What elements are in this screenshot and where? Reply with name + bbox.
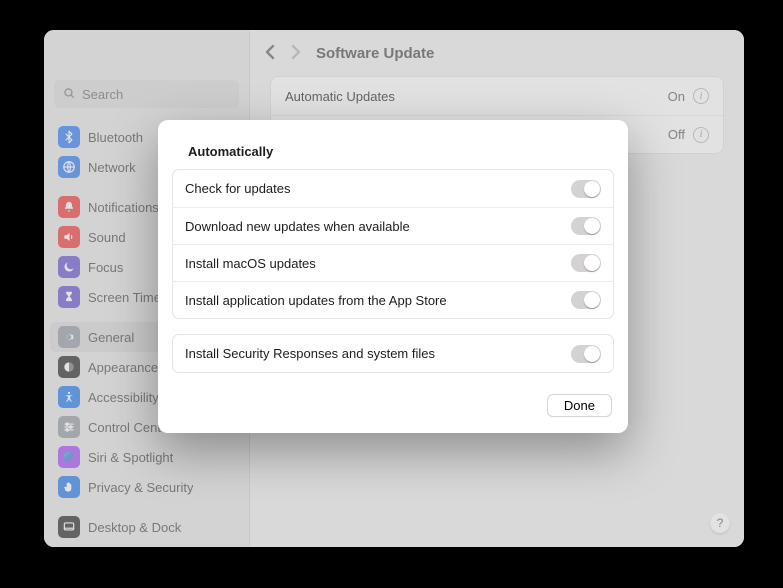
sheet-row: Install application updates from the App… <box>173 281 613 318</box>
done-button[interactable]: Done <box>547 394 612 417</box>
sheet-row: Download new updates when available <box>173 207 613 244</box>
toggle-switch[interactable] <box>571 291 601 309</box>
toggle-switch[interactable] <box>571 217 601 235</box>
toggle-switch[interactable] <box>571 345 601 363</box>
sheet-row-label: Check for updates <box>185 181 291 196</box>
toggle-switch[interactable] <box>571 180 601 198</box>
sheet-row: Install Security Responses and system fi… <box>173 335 613 372</box>
sheet-row-label: Download new updates when available <box>185 219 410 234</box>
sheet-row-label: Install application updates from the App… <box>185 293 447 308</box>
sheet-row-label: Install Security Responses and system fi… <box>185 346 435 361</box>
sheet-row: Install macOS updates <box>173 244 613 281</box>
sheet-title: Automatically <box>172 144 614 169</box>
sheet-footer: Done <box>172 388 614 419</box>
sheet-row: Check for updates <box>173 170 613 207</box>
sheet-row-label: Install macOS updates <box>185 256 316 271</box>
sheet-group-2: Install Security Responses and system fi… <box>172 334 614 373</box>
sheet-group-1: Check for updates Download new updates wh… <box>172 169 614 319</box>
toggle-switch[interactable] <box>571 254 601 272</box>
automatic-updates-sheet: Automatically Check for updates Download … <box>158 120 628 433</box>
